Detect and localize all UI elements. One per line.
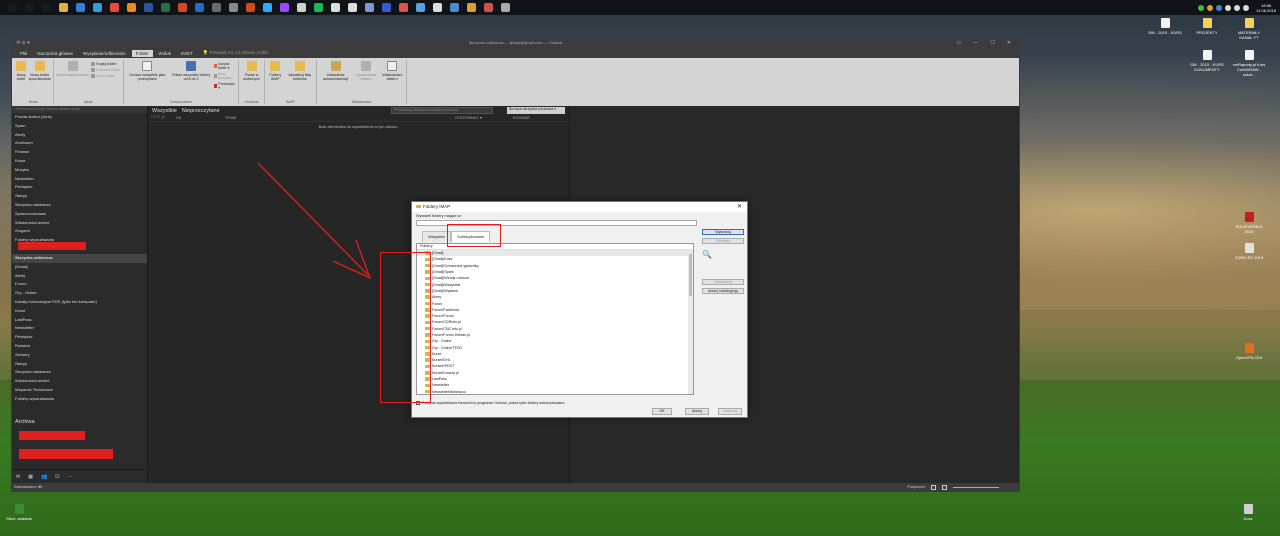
- imap-folder-name: Kurse: [432, 351, 442, 356]
- imap-folder-name: Alerty: [432, 295, 442, 300]
- imap-folder-list[interactable]: Foldery [Gmail] [Gmail]/Kosz [Gmail]/Oznac…: [416, 243, 694, 395]
- imap-folder-name: Forum/CNC.info.pl: [432, 326, 462, 331]
- imap-folder-name: [Gmail]/Spam: [432, 270, 454, 275]
- imap-folder-name: Forum/CDRinfo.pl: [432, 320, 461, 325]
- imap-folder-name: Forum/Forum Debian.pl: [432, 333, 470, 337]
- imap-folder-name: Forum: [432, 301, 443, 306]
- imap-folder-name: LastPass: [432, 377, 447, 382]
- dialog-title: Foldery IMAP: [423, 204, 451, 209]
- imap-folder-name: [Gmail]/Wersje robocze: [432, 276, 470, 281]
- imap-folder-name: [Gmail]: [432, 251, 444, 256]
- imap-folder-name: Kurse/Kurserp.pl: [432, 370, 459, 375]
- annotation-box-folders: [380, 252, 431, 403]
- imap-folder-name: [Gmail]/Wszystkie: [432, 282, 461, 287]
- imap-folder-name: Newsletter/Itahanpco: [432, 389, 466, 394]
- ok-button[interactable]: OK: [652, 408, 672, 415]
- arrow-line: [257, 162, 369, 276]
- subscribed-only-checkbox-row[interactable]: Podczas wyświetlania hierarchii w progra…: [416, 401, 565, 405]
- imap-folder-name: [Gmail]/Wysłane: [432, 288, 459, 293]
- dialog-title-bar: Foldery IMAP ✕: [412, 202, 747, 212]
- unsubscribe-button[interactable]: Anuluj subskrypcję: [702, 288, 744, 294]
- show-folders-label: Wyświetl foldery mające w:: [416, 214, 462, 218]
- checkbox-label: Podczas wyświetlania hierarchii w progra…: [422, 401, 566, 405]
- apply-button[interactable]: Zastosuj: [718, 408, 742, 415]
- imap-folder-name: Forum/Facebook: [432, 307, 460, 312]
- subscribe-button[interactable]: Subskrybuj: [702, 279, 744, 285]
- imap-folder-name: Kurse/KPDST: [432, 364, 455, 369]
- cancel-button[interactable]: Anuluj: [685, 408, 709, 415]
- imap-folder-name: Gry - Online: [432, 339, 452, 344]
- dialog-close-button[interactable]: ✕: [737, 203, 742, 210]
- imap-folder-name: Kurse/IDHL: [432, 358, 451, 363]
- imap-folder-name: Gry - Online/TESO: [432, 345, 463, 350]
- scrollbar-thumb[interactable]: [689, 254, 692, 296]
- annotation-box-tab: [447, 224, 501, 247]
- folder-list-scrollbar[interactable]: [688, 250, 693, 394]
- search-magnifier-icon: 🔍: [702, 250, 712, 259]
- reduce-button[interactable]: Zmniejsz: [702, 238, 744, 244]
- imap-folder-name: Forum/Forum: [432, 314, 454, 319]
- imap-folder-name: [Gmail]/Oznaczone gwiazdką: [432, 263, 479, 268]
- imap-folder-name: Newsletter: [432, 383, 449, 388]
- folder-icon: [416, 204, 421, 208]
- search-button[interactable]: Wyszukaj: [702, 229, 744, 235]
- imap-folder-name: [Gmail]/Kosz: [432, 257, 453, 262]
